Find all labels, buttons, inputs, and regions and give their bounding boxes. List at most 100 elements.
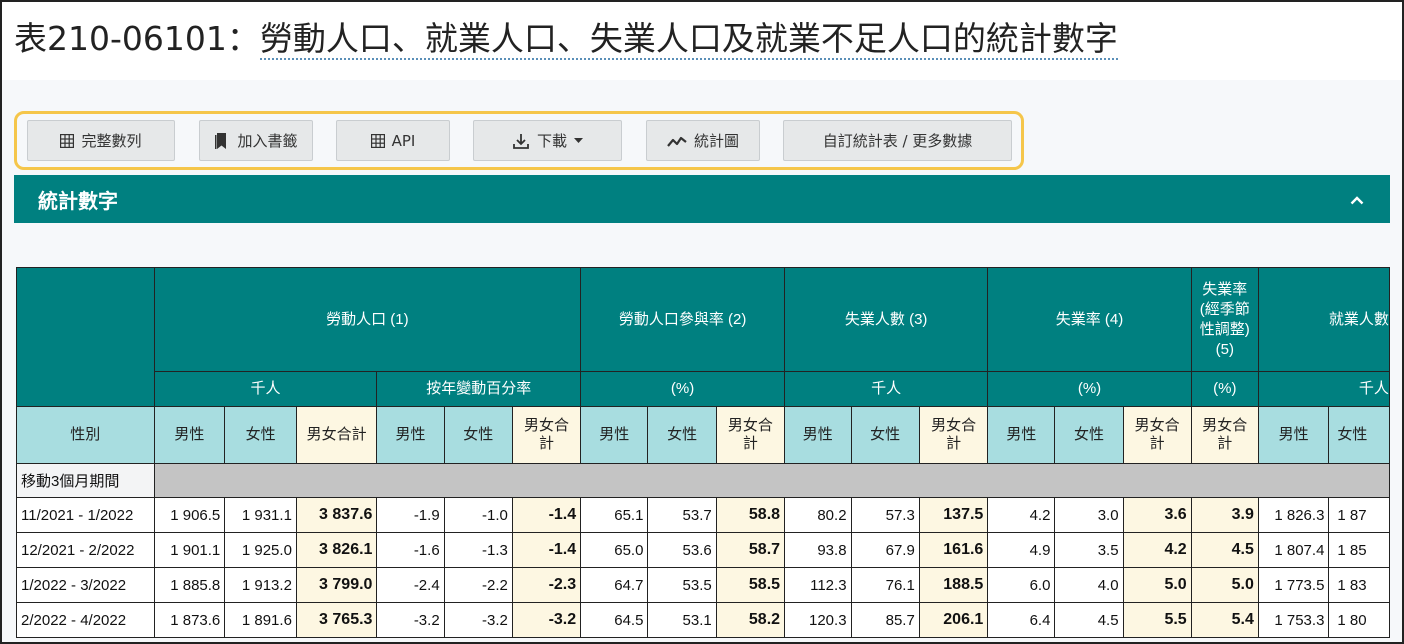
value-cell: 112.3 [784,567,852,603]
group-header-unemployed[interactable]: 失業人數 (3) [784,267,989,372]
value-cell: 1 80 [1328,602,1390,638]
custom-table-button[interactable]: 自訂統計表 / 更多數據 [783,120,1012,161]
chevron-up-icon[interactable] [1350,190,1364,209]
value-cell: 1 885.8 [153,567,226,603]
value-cell: 64.7 [580,567,649,603]
total-value-cell: -1.4 [511,532,582,568]
value-cell: 1 87 [1328,497,1390,533]
female-header: 女性 [850,406,920,464]
total-value-cell: 3 837.6 [295,497,378,533]
value-cell: 1 906.5 [153,497,226,533]
add-bookmark-button[interactable]: 加入書籤 [199,120,313,161]
group-header-unemp-rate-sa[interactable]: 失業率 (經季節 性調整) (5) [1190,267,1259,372]
section-title: 統計數字 [38,188,118,213]
unit-header-thousand: 千人 [1257,371,1390,407]
value-cell: -3.2 [376,602,445,638]
male-header: 男性 [987,406,1056,464]
value-cell: 80.2 [784,497,852,533]
value-cell: 1 931.1 [224,497,297,533]
total-value-cell: -2.3 [511,567,582,603]
period-cell: 12/2021 - 2/2022 [16,532,155,568]
total-value-cell: 3 826.1 [295,532,378,568]
main-content: 完整數列 加入書籤 API 下載 統計圖 自訂統計表 / 更多數據 統計數字 勞… [2,80,1402,642]
value-cell: 53.7 [647,497,717,533]
value-cell: 57.3 [850,497,920,533]
value-cell: 1 85 [1328,532,1390,568]
unit-header-percent: (%) [1190,371,1259,407]
total-value-cell: 3.6 [1122,497,1192,533]
total-value-cell: 58.5 [715,567,786,603]
value-cell: -1.9 [376,497,445,533]
total-value-cell: -1.4 [511,497,582,533]
value-cell: -1.3 [443,532,513,568]
title-link[interactable]: 勞動人口、就業人口、失業人口及就業不足人口的統計數字 [259,19,1118,60]
value-cell: -3.2 [443,602,513,638]
group-header-employed[interactable]: 就業人數 [1257,267,1390,372]
total-value-cell: 4.5 [1190,532,1259,568]
value-cell: 65.1 [580,497,649,533]
total-value-cell: 5.0 [1122,567,1192,603]
value-cell: 4.5 [1054,602,1124,638]
unit-header-yoy: 按年變動百分率 [376,371,582,407]
value-cell: 1 891.6 [224,602,297,638]
total-value-cell: 5.4 [1190,602,1259,638]
download-icon [512,132,530,150]
total-value-cell: -3.2 [511,602,582,638]
group-header-unemp-rate[interactable]: 失業率 (4) [987,267,1192,372]
value-cell: 4.0 [1054,567,1124,603]
male-header: 男性 [784,406,852,464]
api-button[interactable]: API [336,120,450,161]
value-cell: 1 826.3 [1257,497,1330,533]
group-header-lfpr[interactable]: 勞動人口參與率 (2) [580,267,786,372]
value-cell: 65.0 [580,532,649,568]
download-label: 下載 [536,132,567,150]
unit-header-thousand: 千人 [153,371,378,407]
full-series-label: 完整數列 [81,132,142,150]
value-cell: 1 873.6 [153,602,226,638]
page-frame: 表210-06101：勞動人口、就業人口、失業人口及就業不足人口的統計數字 完整… [0,0,1404,644]
download-button[interactable]: 下載 [473,120,622,161]
chart-label: 統計圖 [693,132,739,150]
value-cell: 53.6 [647,532,717,568]
value-cell: 1 773.5 [1257,567,1330,603]
grid-icon [60,133,75,148]
period-cell: 1/2022 - 3/2022 [16,567,155,603]
period-type-label: 移動3個月期間 [16,463,155,498]
full-series-button[interactable]: 完整數列 [27,120,175,161]
value-cell: -1.0 [443,497,513,533]
male-header: 男性 [376,406,445,464]
grid-icon [370,133,385,148]
female-header: 女性 [443,406,513,464]
total-value-cell: 5.0 [1190,567,1259,603]
value-cell: 53.5 [647,567,717,603]
total-header: 男女合 計 [1122,406,1192,464]
title-prefix: 表210-06101： [14,19,260,58]
value-cell: 3.5 [1054,532,1124,568]
male-header: 男性 [153,406,226,464]
statistics-section-header[interactable]: 統計數字 [14,175,1390,223]
period-cell: 11/2021 - 1/2022 [16,497,155,533]
total-value-cell: 5.5 [1122,602,1192,638]
total-value-cell: 206.1 [918,602,989,638]
group-header-labour-force[interactable]: 勞動人口 (1) [153,267,582,372]
total-value-cell: 161.6 [918,532,989,568]
value-cell: 64.5 [580,602,649,638]
value-cell: 6.0 [987,567,1056,603]
male-header: 男性 [580,406,649,464]
total-value-cell: 58.8 [715,497,786,533]
corner-header [16,267,155,407]
caret-down-icon [574,137,583,144]
value-cell: 4.2 [987,497,1056,533]
table-row: 11/2021 - 1/2022 1 906.5 1 931.1 3 837.6 -1.… [16,497,1390,533]
value-cell: 120.3 [784,602,852,638]
total-value-cell: 137.5 [918,497,989,533]
value-cell: -1.6 [376,532,445,568]
table-row: 12/2021 - 2/2022 1 901.1 1 925.0 3 826.1 -1.… [16,532,1390,568]
value-cell: 76.1 [850,567,920,603]
female-header: 女性 [1328,406,1390,464]
chart-button[interactable]: 統計圖 [646,120,760,161]
unit-header-percent: (%) [580,371,786,407]
statistics-table-wrapper[interactable]: 勞動人口 (1) 勞動人口參與率 (2) 失業人數 (3) 失業率 (4) 失業… [16,267,1390,642]
line-chart-icon [667,134,687,148]
unit-header-percent: (%) [987,371,1192,407]
